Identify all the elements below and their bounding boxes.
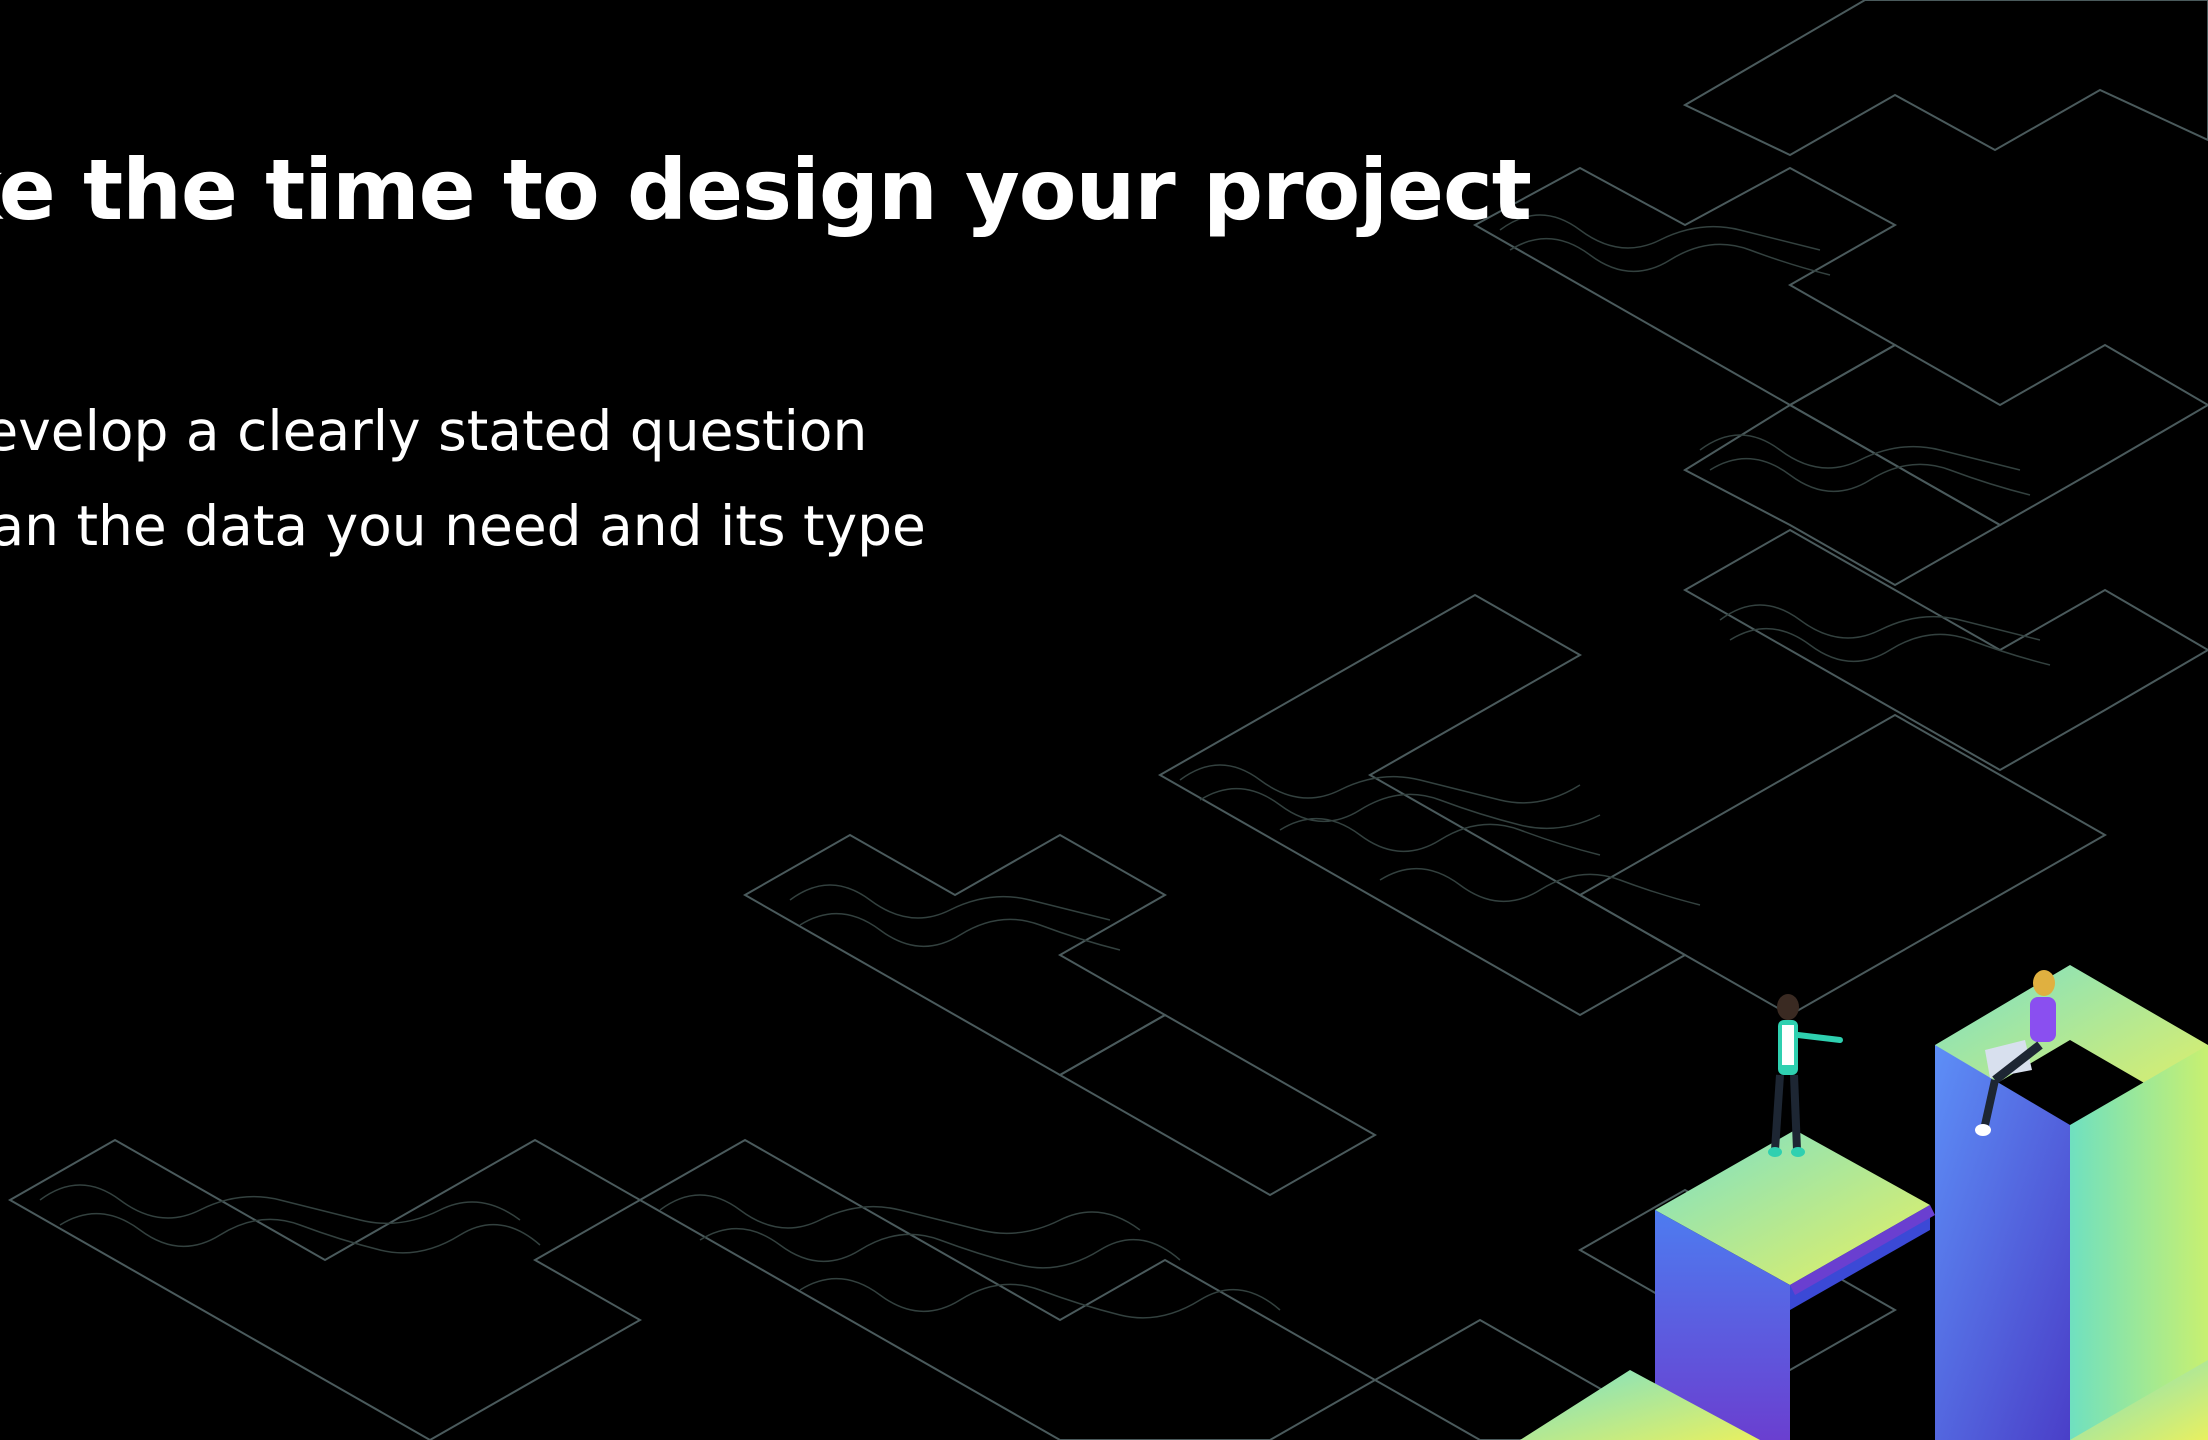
- person-standing-figure: [1768, 994, 1843, 1157]
- pillars-illustration: [1520, 965, 2208, 1440]
- bullet-list: Develop a clearly stated question Plan t…: [0, 384, 926, 574]
- bullet-item: Develop a clearly stated question: [0, 399, 868, 463]
- bullet-item: Plan the data you need and its type: [0, 494, 926, 558]
- slide: Take the time to design your project Dev…: [0, 0, 2208, 1440]
- slide-title: Take the time to design your project: [0, 141, 1532, 239]
